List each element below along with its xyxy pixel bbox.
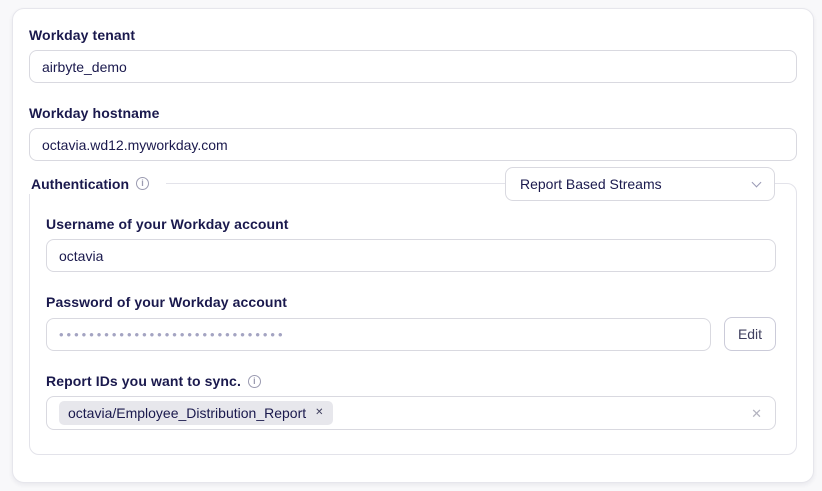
tag-remove-icon[interactable]: ✕ xyxy=(315,408,323,418)
field-workday-tenant: Workday tenant xyxy=(29,27,797,83)
username-label: Username of your Workday account xyxy=(46,216,776,233)
authentication-label: Authentication xyxy=(31,176,129,192)
password-row: Edit xyxy=(46,317,776,351)
chevron-down-icon xyxy=(752,177,762,187)
authentication-legend: Authentication i xyxy=(29,173,166,194)
field-username: Username of your Workday account xyxy=(46,216,776,272)
workday-tenant-label-text: Workday tenant xyxy=(29,27,135,44)
authentication-method-selected: Report Based Streams xyxy=(520,176,662,192)
password-input[interactable] xyxy=(46,318,711,351)
field-workday-hostname: Workday hostname xyxy=(29,105,797,161)
password-label: Password of your Workday account xyxy=(46,294,776,311)
authentication-method-dropdown[interactable]: Report Based Streams xyxy=(505,167,775,201)
workday-hostname-input[interactable] xyxy=(29,128,797,161)
field-report-ids: Report IDs you want to sync. i octavia/E… xyxy=(46,373,776,430)
password-label-text: Password of your Workday account xyxy=(46,294,287,311)
report-ids-input[interactable]: octavia/Employee_Distribution_Report ✕ ✕ xyxy=(46,396,776,430)
workday-tenant-input[interactable] xyxy=(29,50,797,83)
info-icon[interactable]: i xyxy=(248,375,261,388)
report-id-tag: octavia/Employee_Distribution_Report ✕ xyxy=(59,401,333,425)
field-password: Password of your Workday account Edit xyxy=(46,294,776,351)
password-edit-button[interactable]: Edit xyxy=(724,317,776,351)
clear-icon[interactable]: ✕ xyxy=(751,407,762,420)
username-label-text: Username of your Workday account xyxy=(46,216,289,233)
workday-hostname-label: Workday hostname xyxy=(29,105,797,122)
info-icon[interactable]: i xyxy=(136,177,149,190)
report-ids-label-text: Report IDs you want to sync. xyxy=(46,373,241,390)
connector-settings-card: Workday tenant Workday hostname Authenti… xyxy=(12,8,814,483)
workday-hostname-label-text: Workday hostname xyxy=(29,105,160,122)
authentication-group: Authentication i Report Based Streams Us… xyxy=(29,183,797,455)
username-input[interactable] xyxy=(46,239,776,272)
report-id-tag-text: octavia/Employee_Distribution_Report xyxy=(68,405,306,421)
report-ids-label: Report IDs you want to sync. i xyxy=(46,373,776,390)
workday-tenant-label: Workday tenant xyxy=(29,27,797,44)
